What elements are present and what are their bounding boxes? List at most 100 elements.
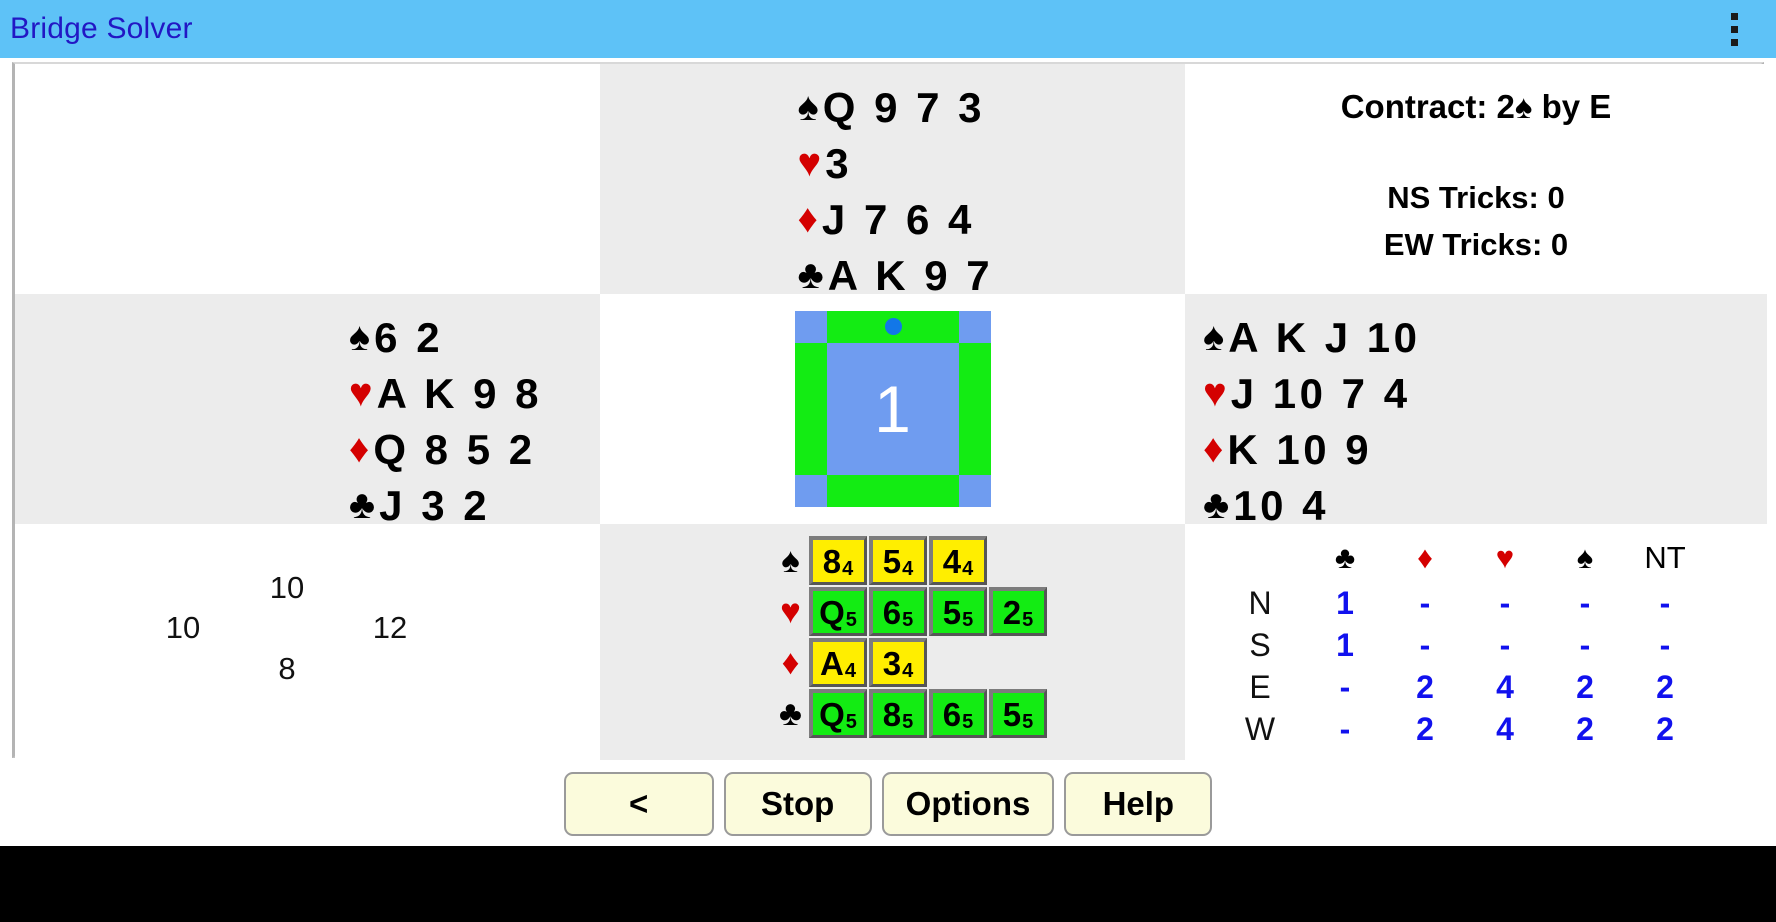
trick-edge-west[interactable] [794,343,827,475]
north-clubs-cards: A K 9 7 [827,252,994,294]
diamond-icon: ♦ [1203,427,1224,471]
north-spades-cards: Q 9 7 3 [822,84,986,131]
played-card-tile[interactable]: Q5 [808,587,867,636]
played-tiles: A434 [808,638,927,687]
played-suit-icon: ♥ [780,592,801,631]
trick-center[interactable]: 1 [826,343,959,475]
trick-corner-se [958,475,991,507]
tricks-block: NS Tricks: 0 EW Tricks: 0 [1384,174,1568,268]
trick-number-label: 1 [874,372,911,446]
played-tiles: Q5655525 [808,587,1047,636]
dd-cell-value: 2 [1416,668,1434,705]
more-vertical-icon[interactable] [1714,8,1754,50]
spade-icon: ♠ [797,85,819,129]
trick-edge-east[interactable] [958,343,991,475]
contract-declarer: by E [1532,88,1612,125]
spade-icon: ♠ [1203,315,1225,359]
east-hand-cell: ♠ A K J 10 ♥ J 10 7 4 ♦ K 10 9 ♣ 10 4 [1185,294,1767,524]
played-card-tile[interactable]: Q5 [808,689,867,738]
north-clubs-line: ♣ A K 9 7 [798,248,994,294]
menu-dot [1730,12,1738,20]
card-rank: 6 [942,695,962,733]
east-diamonds-line: ♦ K 10 9 [1203,422,1372,477]
dd-cell-value: - [1659,626,1671,663]
hcp-north: 10 [269,570,305,605]
card-subscript: 5 [845,609,857,631]
dd-column-header: NT [1644,540,1686,575]
played-card-tile[interactable]: 65 [868,587,927,636]
club-icon: ♣ [1203,483,1230,524]
west-spades-cards: 6 2 [374,314,444,361]
hcp-diamond: 10 10 12 8 [15,524,600,760]
trick-widget[interactable]: 1 [794,311,991,507]
dd-row: S 1 - - - - [1215,624,1705,666]
contract-panel: Contract: 2♠ by E NS Tricks: 0 EW Tricks… [1185,64,1767,294]
trick-corner-nw [794,311,827,343]
east-clubs-line: ♣ 10 4 [1203,478,1329,524]
north-diamonds-cards: J 7 6 4 [821,196,975,243]
dd-body: N 1 - - - - S 1 - - - - E - 2 4 2 2 W - 2 4 2 2 [1215,582,1705,750]
card-subscript: 5 [845,711,857,733]
dd-cell-value: 2 [1416,710,1434,747]
played-card-tile[interactable]: 55 [988,689,1047,738]
ew-tricks: EW Tricks: 0 [1383,227,1569,262]
dd-cell-value: - [1579,584,1591,621]
options-button[interactable]: Options [881,772,1055,836]
played-suit-icon: ♦ [781,643,800,682]
heart-icon: ♥ [797,141,822,185]
played-card-tile[interactable]: 85 [868,689,927,738]
card-subscript: 4 [844,660,856,682]
played-card-tile[interactable]: 25 [988,587,1047,636]
trick-edge-south[interactable] [826,475,959,507]
card-rank: 4 [942,542,962,580]
west-hearts-cards: A K 9 8 [376,370,542,417]
west-clubs-cards: J 3 2 [379,482,491,524]
board-cell-top-left [15,64,600,294]
double-dummy-cell: ♣ ♦ ♥ ♠ NT N 1 - - - - S 1 - - - - E - 2 4 2 2 W - 2 4 2 2 [1185,524,1767,760]
card-subscript: 5 [962,609,974,631]
bridge-board: ♠ Q 9 7 3 ♥ 3 ♦ J 7 6 4 ♣ A K 9 7 Contra… [12,62,1767,760]
spade-icon: ♠ [348,315,371,359]
hand-west: ♠ 6 2 ♥ A K 9 8 ♦ Q 8 5 2 ♣ J 3 2 [349,310,542,524]
west-diamonds-line: ♦ Q 8 5 2 [349,422,536,477]
played-card-tile[interactable]: 44 [928,536,987,585]
played-card-tile[interactable]: 84 [808,536,867,585]
hcp-south: 8 [278,651,296,686]
stop-button[interactable]: Stop [723,772,872,836]
dd-column-header: ♥ [1495,540,1515,575]
heart-icon: ♥ [348,371,373,415]
played-tiles: 845444 [808,536,987,585]
dd-direction-label: W [1244,710,1276,747]
east-spades-line: ♠ A K J 10 [1203,310,1420,365]
played-cards-grid: ♠ 8 4 5 4 4 4 ♥ Q 5 6 5 5 5 2 5 ♦ A 4 3 4 ♣ Q 5 8 5 6 5 5 5 [773,536,1047,738]
played-card-tile[interactable]: 34 [868,638,927,687]
card-subscript: 5 [1022,609,1034,631]
played-suit-icon: ♠ [781,541,800,580]
button-bar: < Stop Options Help [0,762,1776,846]
trick-corner-ne [958,311,991,343]
played-card-tile[interactable]: 54 [868,536,927,585]
card-subscript: 5 [902,711,914,733]
card-rank: 8 [882,695,902,733]
played-card-tile[interactable]: 65 [928,689,987,738]
dd-cell-value: 1 [1336,626,1354,663]
dd-cell-value: 2 [1576,710,1594,747]
dd-header: ♣ ♦ ♥ ♠ NT [1215,534,1705,582]
north-diamonds-line: ♦ J 7 6 4 [798,192,994,247]
dd-column-header: ♦ [1417,540,1433,575]
ns-tricks: NS Tricks: 0 [1387,180,1565,215]
card-rank: 6 [882,593,902,631]
west-hand-cell: ♠ 6 2 ♥ A K 9 8 ♦ Q 8 5 2 ♣ J 3 2 [15,294,600,524]
dd-cell-value: - [1579,626,1591,663]
card-subscript: 4 [902,660,914,682]
dd-corner [1215,534,1305,582]
trick-edge-north[interactable] [826,311,959,343]
played-row: ♦ A 4 3 4 [773,638,1047,687]
previous-button[interactable]: < [563,772,714,836]
played-card-tile[interactable]: 55 [928,587,987,636]
contract-suit-icon: ♠ [1514,88,1533,125]
help-button[interactable]: Help [1064,772,1213,836]
east-spades-cards: A K J 10 [1228,314,1421,361]
played-row: ♠ 8 4 5 4 4 4 [773,536,1047,585]
played-card-tile[interactable]: A4 [808,638,867,687]
